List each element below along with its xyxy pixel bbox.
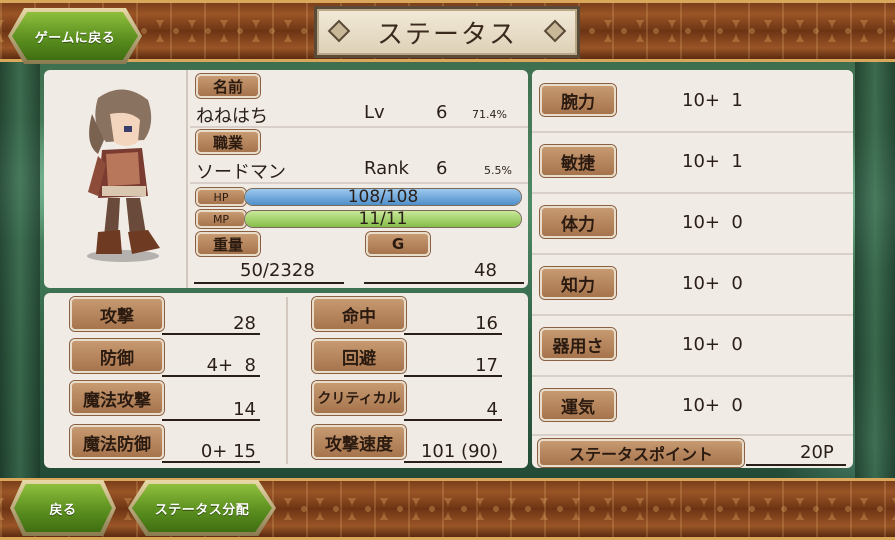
strength-label: 腕力 — [540, 84, 616, 116]
attack-label: 攻撃 — [70, 297, 164, 331]
agility-value: 10+ 1 — [682, 151, 743, 172]
weight-value: 50/2328 — [240, 260, 315, 281]
divider — [532, 434, 853, 436]
magic-attack-underline — [162, 419, 260, 421]
magic-attack-value: 14 — [233, 399, 256, 420]
lv-progress: 71.4% — [472, 108, 507, 121]
character-panel: 名前 ねねはち Lv 6 71.4% 職業 ソードマン Rank 6 5.5% … — [44, 70, 528, 288]
magic-defense-label: 魔法防御 — [70, 425, 164, 459]
rank-label: Rank — [364, 158, 409, 179]
evasion-label: 回避 — [312, 339, 406, 373]
character-sprite-icon — [87, 89, 160, 262]
hp-value: 108/108 — [347, 188, 419, 206]
accuracy-value: 16 — [475, 313, 498, 334]
weight-label: 重量 — [196, 232, 260, 256]
attribute-stats-panel: 腕力 10+ 1 敏捷 10+ 1 体力 10+ 0 知力 10+ 0 器用さ … — [532, 70, 853, 468]
defense-underline — [162, 375, 260, 377]
page-title: ステータス — [376, 19, 517, 50]
intelligence-label: 知力 — [540, 267, 616, 299]
weight-underline — [194, 282, 344, 284]
attack-speed-label: 攻撃速度 — [312, 425, 406, 459]
dexterity-value: 10+ 0 — [682, 334, 743, 355]
divider — [532, 253, 853, 255]
back-to-game-button[interactable]: ゲームに戻る — [12, 12, 138, 60]
title-plate: ステータス — [314, 6, 580, 58]
intelligence-value: 10+ 0 — [682, 273, 743, 294]
magic-defense-value: 0+ 15 — [200, 441, 256, 462]
evasion-underline — [404, 375, 502, 377]
divider — [532, 131, 853, 133]
vitality-label: 体力 — [540, 206, 616, 238]
attack-speed-underline — [404, 461, 502, 463]
critical-underline — [404, 419, 502, 421]
tree-trunk-left — [0, 60, 40, 480]
dexterity-label: 器用さ — [540, 328, 616, 360]
gold-label: G — [366, 232, 430, 256]
defense-label: 防御 — [70, 339, 164, 373]
allocate-status-button[interactable]: ステータス分配 — [132, 484, 272, 532]
name-label: 名前 — [196, 74, 260, 98]
mp-value: 11/11 — [358, 210, 408, 228]
gold-value: 48 — [474, 260, 497, 281]
mp-label: MP — [196, 210, 246, 228]
divider — [286, 297, 288, 464]
critical-label: クリティカル — [312, 381, 406, 415]
accuracy-underline — [404, 333, 502, 335]
evasion-value: 17 — [475, 355, 498, 376]
rank-value: 6 — [436, 158, 448, 179]
status-points-label: ステータスポイント — [538, 439, 744, 467]
vitality-value: 10+ 0 — [682, 212, 743, 233]
hp-label: HP — [196, 188, 246, 206]
ornament-right-icon — [543, 19, 567, 43]
tree-trunk-right — [855, 60, 895, 480]
gold-underline — [364, 282, 524, 284]
defense-value: 4+ 8 — [206, 355, 256, 376]
magic-defense-underline — [162, 461, 260, 463]
divider — [532, 192, 853, 194]
critical-value: 4 — [486, 399, 498, 420]
mp-gauge: 11/11 — [244, 210, 522, 228]
accuracy-label: 命中 — [312, 297, 406, 331]
combat-stats-panel: 攻撃 28 防御 4+ 8 魔法攻撃 14 魔法防御 0+ 15 命中 16 回… — [44, 293, 528, 468]
character-name: ねねはち — [196, 106, 268, 127]
job-name: ソードマン — [196, 162, 286, 183]
divider — [532, 375, 853, 377]
attack-value: 28 — [233, 313, 256, 334]
status-points-value: 20P — [800, 442, 834, 463]
status-points-underline — [746, 464, 846, 466]
divider — [190, 126, 528, 128]
strength-value: 10+ 1 — [682, 90, 743, 111]
lv-label: Lv — [364, 102, 385, 123]
lv-value: 6 — [436, 102, 448, 123]
agility-label: 敏捷 — [540, 145, 616, 177]
attack-speed-value: 101 (90) — [420, 441, 498, 462]
luck-value: 10+ 0 — [682, 395, 743, 416]
back-button[interactable]: 戻る — [14, 484, 112, 532]
hp-gauge: 108/108 — [244, 188, 522, 206]
luck-label: 運気 — [540, 389, 616, 421]
divider — [532, 314, 853, 316]
divider — [190, 182, 528, 184]
job-label: 職業 — [196, 130, 260, 154]
rank-progress: 5.5% — [484, 164, 512, 177]
portrait-area — [44, 70, 188, 288]
attack-underline — [162, 333, 260, 335]
ornament-left-icon — [327, 19, 351, 43]
magic-attack-label: 魔法攻撃 — [70, 381, 164, 415]
